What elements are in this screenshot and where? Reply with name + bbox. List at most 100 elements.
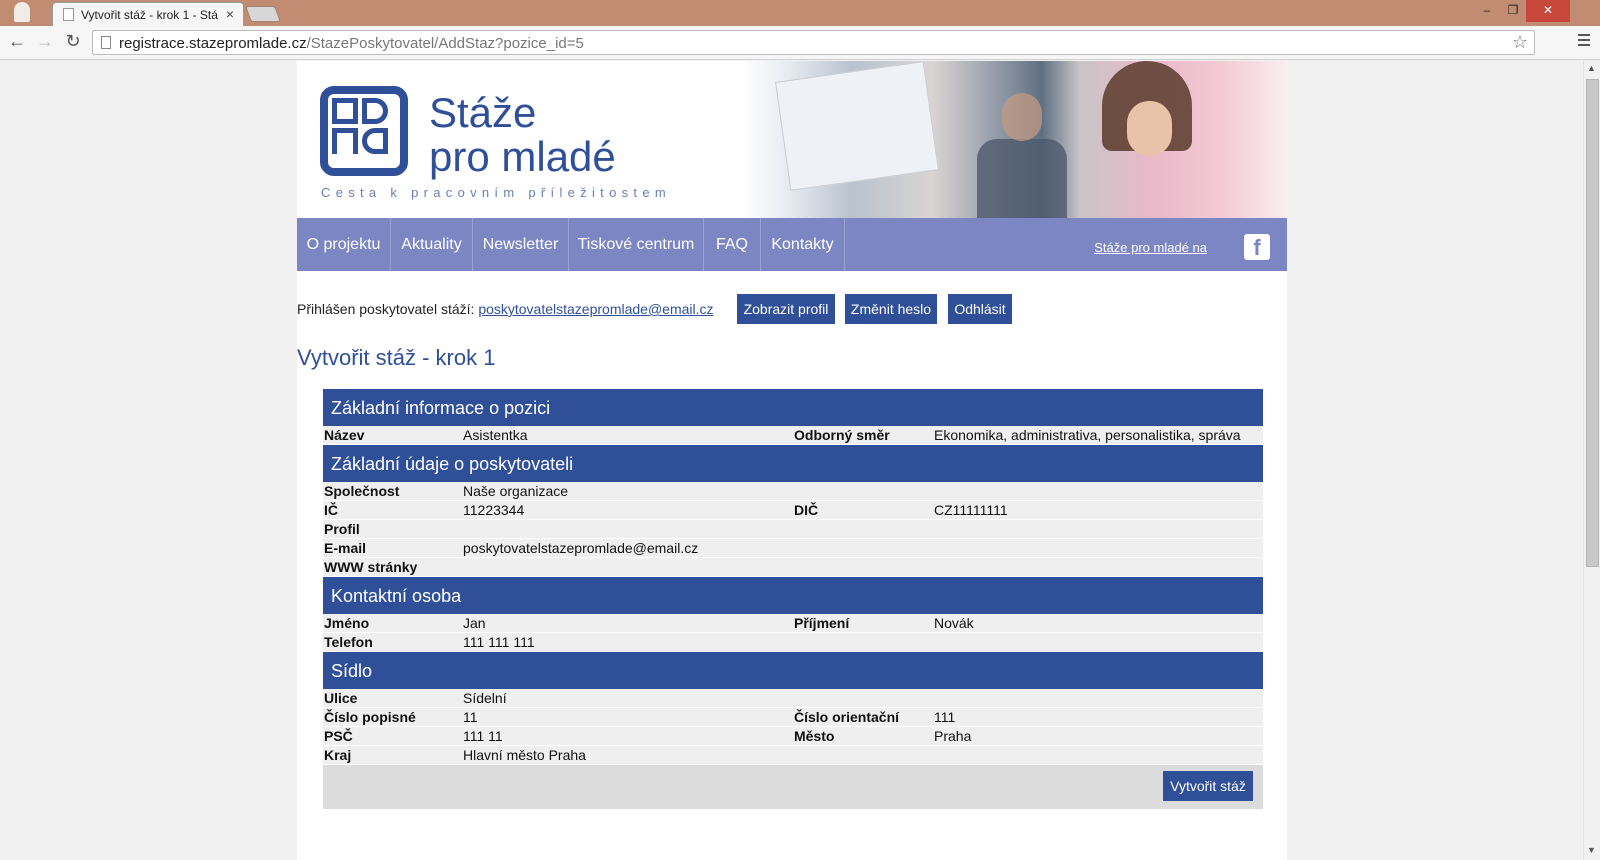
nav-item-tiskove-centrum[interactable]: Tiskové centrum [569, 218, 704, 271]
bookmark-star-icon[interactable]: ☆ [1512, 32, 1528, 53]
nav-item-faq[interactable]: FAQ [704, 218, 761, 271]
scroll-down-icon[interactable]: ▼ [1587, 845, 1596, 855]
photo-person-woman-face [1127, 101, 1172, 156]
field-label: IČ [324, 502, 338, 518]
reload-icon[interactable]: ↻ [62, 31, 84, 52]
url-host: registrace.stazepromlade.cz [119, 35, 307, 52]
table-row: PSČ 111 11 Město Praha [323, 727, 1263, 746]
minimize-icon[interactable]: – [1474, 0, 1500, 22]
page-title: Vytvořit stáž - krok 1 [297, 345, 496, 370]
logo-cell-d [362, 128, 388, 154]
logo-title-line2[interactable]: pro mladé [429, 133, 616, 181]
page-favicon-icon [63, 8, 74, 21]
table-row: Telefon 111 111 111 [323, 633, 1263, 652]
table-row: Profil [323, 520, 1263, 539]
field-label: Číslo popisné [324, 709, 416, 725]
section-seat-header: Sídlo [323, 652, 1263, 689]
close-window-icon[interactable]: ✕ [1526, 0, 1570, 22]
forward-arrow-icon[interactable]: → [34, 31, 56, 52]
table-row: Číslo popisné 11 Číslo orientační 111 [323, 708, 1263, 727]
address-bar[interactable]: registrace.stazepromlade.cz/StazePoskyto… [92, 30, 1535, 55]
login-info: Přihlášen poskytovatel stáží: poskytovat… [297, 301, 714, 317]
field-label: Ulice [324, 690, 358, 706]
nav-item-aktuality[interactable]: Aktuality [391, 218, 473, 271]
browser-tab[interactable]: Vytvořit stáž - krok 1 - Stá × [52, 2, 244, 26]
field-value: Ekonomika, administrativa, personalistik… [934, 427, 1241, 443]
field-value: 11223344 [463, 502, 525, 518]
change-password-button[interactable]: Změnit heslo [845, 294, 937, 324]
field-value: Jan [463, 615, 486, 631]
url-path: /StazePoskytovatel/AddStaz?pozice_id=5 [306, 35, 584, 52]
field-label: Odborný směr [794, 427, 890, 443]
browser-viewport: Stáže pro mladé Cesta k pracovním přílež… [0, 61, 1583, 860]
show-profile-button[interactable]: Zobrazit profil [737, 294, 835, 324]
facebook-link[interactable]: Stáže pro mladé na [1094, 240, 1207, 255]
maximize-icon[interactable]: ❐ [1500, 0, 1526, 22]
table-row: Ulice Sídelní [323, 689, 1263, 708]
page-scrollbar[interactable]: ▲ ▼ [1583, 61, 1600, 860]
field-label: Město [794, 728, 835, 744]
logo-tagline: Cesta k pracovním příležitostem [321, 185, 671, 200]
field-label: Číslo orientační [794, 709, 900, 725]
section-contact-header: Kontaktní osoba [323, 577, 1263, 614]
page-icon [101, 36, 111, 49]
login-email-link[interactable]: poskytovatelstazepromlade@email.cz [478, 301, 713, 317]
page-container: Stáže pro mladé Cesta k pracovním přílež… [297, 61, 1287, 860]
field-value: 11 [463, 709, 478, 725]
field-value: 111 111 111 [463, 634, 535, 650]
field-value: Praha [934, 728, 972, 744]
table-row: Jméno Jan Příjmení Novák [323, 614, 1263, 633]
field-label: Profil [324, 521, 360, 537]
field-label: Jméno [324, 615, 370, 631]
main-nav: O projektu Aktuality Newsletter Tiskové … [297, 218, 1287, 271]
table-row: IČ 11223344 DIČ CZ11111111 [323, 501, 1263, 520]
site-header: Stáže pro mladé Cesta k pracovním přílež… [297, 61, 1287, 221]
table-row: Název Asistentka Odborný směr Ekonomika,… [323, 426, 1263, 445]
tab-title: Vytvořit stáž - krok 1 - Stá [81, 8, 218, 22]
nav-item-o-projektu[interactable]: O projektu [297, 218, 391, 271]
field-label: E-mail [324, 540, 367, 556]
field-value: poskytovatelstazepromlade@email.cz [463, 540, 699, 556]
field-value: 111 11 [463, 728, 503, 744]
field-label: Příjmení [794, 615, 850, 631]
create-internship-button[interactable]: Vytvořit stáž [1163, 771, 1253, 801]
user-profile-icon[interactable] [14, 2, 30, 22]
tab-close-icon[interactable]: × [226, 6, 234, 22]
login-prefix: Přihlášen poskytovatel stáží: [297, 301, 479, 317]
field-label: DIČ [794, 502, 819, 518]
field-value: Novák [934, 615, 974, 631]
section-provider-header: Základní údaje o poskytovateli [323, 445, 1263, 482]
field-value: 111 [934, 709, 956, 725]
logo-title-line1[interactable]: Stáže [429, 89, 536, 137]
field-label: Kraj [324, 747, 352, 763]
photo-person-man [977, 139, 1067, 221]
url-text: registrace.stazepromlade.cz/StazePoskyto… [119, 35, 584, 52]
scroll-up-icon[interactable]: ▲ [1587, 63, 1596, 73]
logout-button[interactable]: Odhlásit [948, 294, 1012, 324]
fond-logo-icon[interactable] [320, 86, 408, 176]
field-label: WWW stránky [324, 559, 418, 575]
field-value: Sídelní [463, 690, 507, 706]
field-value: Naše organizace [463, 483, 569, 499]
browser-titlebar: Vytvořit stáž - krok 1 - Stá × – ❐ ✕ [0, 0, 1600, 26]
field-label: Společnost [324, 483, 400, 499]
scrollbar-thumb[interactable] [1586, 79, 1599, 567]
nav-item-newsletter[interactable]: Newsletter [473, 218, 569, 271]
field-value: Hlavní město Praha [463, 747, 586, 763]
field-value: CZ11111111 [934, 502, 1008, 518]
table-row: Kraj Hlavní město Praha [323, 746, 1263, 765]
back-arrow-icon[interactable]: ← [6, 31, 28, 52]
logo-cell-f [332, 98, 358, 124]
photo-paper [775, 61, 939, 191]
nav-item-kontakty[interactable]: Kontakty [761, 218, 845, 271]
form-footer: Vytvořit stáž [323, 765, 1263, 809]
browser-toolbar: ← → ↻ registrace.stazepromlade.cz/StazeP… [0, 26, 1600, 60]
new-tab-button[interactable] [245, 6, 281, 22]
field-value: Asistentka [463, 427, 528, 443]
browser-menu-icon[interactable] [1578, 34, 1590, 49]
section-basic-header: Základní informace o pozici [323, 389, 1263, 426]
field-label: PSČ [324, 728, 353, 744]
logo-cell-n [332, 128, 358, 154]
table-row: Společnost Naše organizace [323, 482, 1263, 501]
facebook-icon[interactable]: f [1244, 234, 1270, 260]
